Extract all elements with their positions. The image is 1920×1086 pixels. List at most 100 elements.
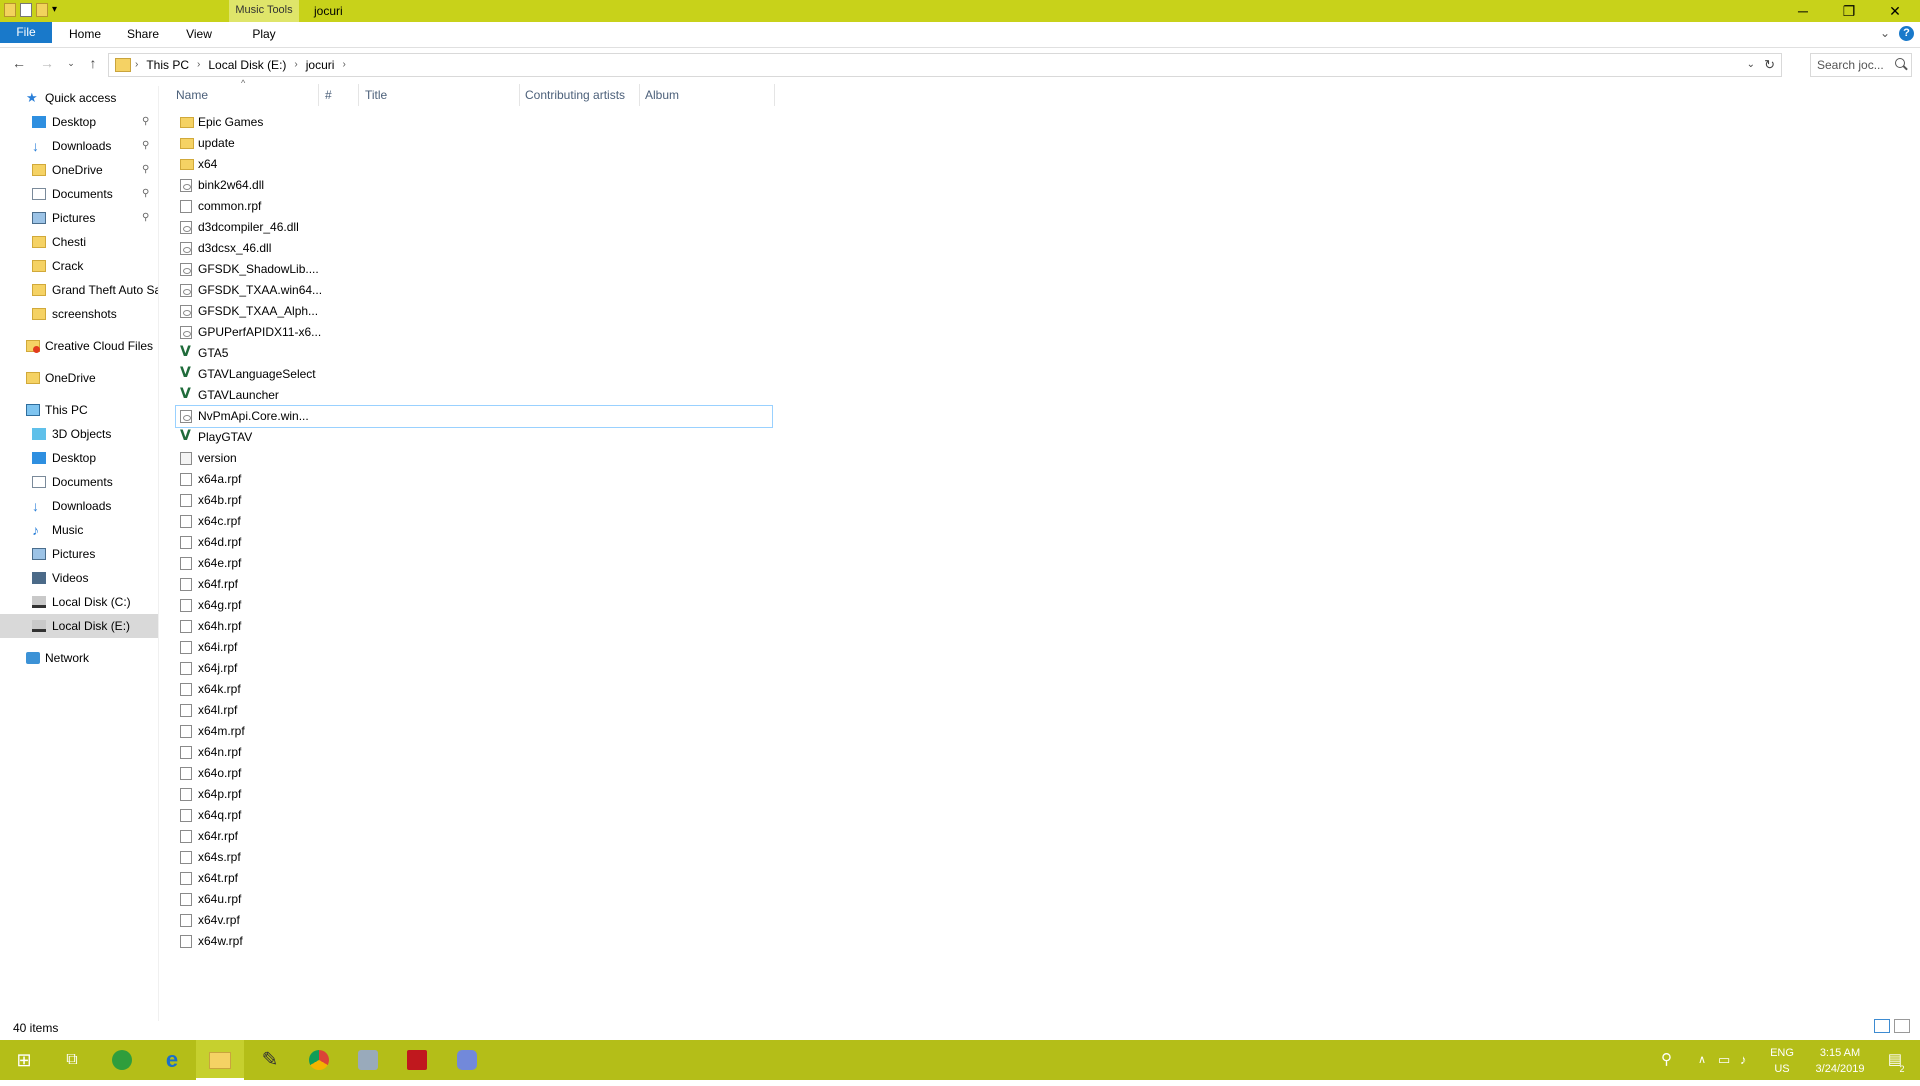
app-icon[interactable]: ✎ [246,1040,294,1080]
chevron-right-icon[interactable]: › [294,54,297,76]
utorrent-icon[interactable] [98,1040,146,1080]
help-icon[interactable]: ? [1899,26,1914,41]
input-language[interactable]: ENG [1766,1046,1798,1060]
clock-date[interactable]: 3/24/2019 [1805,1062,1875,1076]
task-view-icon[interactable]: ⧉ [48,1040,96,1080]
restore-button[interactable]: ❐ [1826,0,1872,22]
sidebar-item-3d-objects[interactable]: 3D Objects [0,422,158,446]
clock-time[interactable]: 3:15 AM [1805,1046,1875,1060]
start-icon[interactable]: ⊞ [0,1040,48,1080]
sidebar-item-downloads[interactable]: ↓ Downloads ⚲ [0,134,158,158]
sidebar-item-documents[interactable]: Documents [0,470,158,494]
up-arrow-icon[interactable]: ↑ [84,54,102,72]
list-item[interactable]: d3dcompiler_46.dll [176,217,772,238]
list-item[interactable]: x64 [176,154,772,175]
tab-play[interactable]: Play [241,22,287,47]
list-item[interactable]: x64b.rpf [176,490,772,511]
details-view-icon[interactable] [1874,1019,1890,1033]
discord-icon[interactable] [443,1040,491,1080]
back-arrow-icon[interactable]: ← [10,54,28,72]
column-divider[interactable] [519,84,520,106]
sidebar-item-music[interactable]: ♪ Music [0,518,158,542]
column-divider[interactable] [639,84,640,106]
chevron-right-icon[interactable]: › [197,54,200,76]
list-item[interactable]: x64d.rpf [176,532,772,553]
list-item[interactable]: bink2w64.dll [176,175,772,196]
breadcrumb-local-disk-e[interactable]: Local Disk (E:) [208,54,286,76]
list-item[interactable]: x64h.rpf [176,616,772,637]
list-item[interactable]: x64v.rpf [176,910,772,931]
tab-share[interactable]: Share [120,22,166,47]
sidebar-item-network[interactable]: Network [0,646,158,670]
app-icon[interactable] [344,1040,392,1080]
sidebar-item-onedrive[interactable]: OneDrive ⚲ [0,158,158,182]
tab-file[interactable]: File [0,22,52,43]
sidebar-item-chesti[interactable]: Chesti [0,230,158,254]
list-item[interactable]: version [176,448,772,469]
list-item[interactable]: GTAVLauncher [176,384,772,406]
list-item[interactable]: x64k.rpf [176,679,772,700]
column-header-number[interactable]: # [325,83,332,107]
list-item[interactable]: x64s.rpf [176,847,772,868]
list-item[interactable]: x64t.rpf [176,868,772,889]
refresh-icon[interactable]: ↻ [1764,54,1775,76]
sidebar-item-documents[interactable]: Documents ⚲ [0,182,158,206]
network-status-icon[interactable]: ▭ [1718,1040,1730,1080]
list-item[interactable]: common.rpf [176,196,772,217]
list-item[interactable]: NvPmApi.Core.win... [175,405,773,428]
sidebar-item-pictures[interactable]: Pictures [0,542,158,566]
volume-icon[interactable]: ♪ [1740,1040,1747,1080]
list-item[interactable]: Epic Games [176,112,772,133]
list-item[interactable]: x64e.rpf [176,553,772,574]
column-header-title[interactable]: Title [365,83,387,107]
sidebar-item-quick-access[interactable]: ★ Quick access [0,86,158,110]
sidebar-item-local-disk-c[interactable]: Local Disk (C:) [0,590,158,614]
forward-arrow-icon[interactable]: → [38,54,56,72]
sidebar-item-grand-theft-auto-san-andreas[interactable]: Grand Theft Auto San Andreas [0,278,158,302]
list-item[interactable]: GFSDK_ShadowLib.... [176,259,772,280]
tab-view[interactable]: View [176,22,222,47]
address-dropdown-icon[interactable]: ⌄ [1747,54,1755,76]
list-item[interactable]: GTAVLanguageSelect [176,363,772,385]
list-item[interactable]: x64q.rpf [176,805,772,826]
people-icon[interactable]: ⚲ [1661,1040,1672,1080]
sidebar-item-desktop[interactable]: Desktop [0,446,158,470]
customize-toolbar-icon[interactable]: ▾ [52,3,66,17]
list-item[interactable]: x64w.rpf [176,931,772,952]
address-bar[interactable]: › This PC › Local Disk (E:) › jocuri › ⌄… [108,53,1782,77]
input-region[interactable]: US [1766,1062,1798,1076]
file-explorer-icon[interactable] [196,1040,244,1080]
edge-icon[interactable]: e [148,1040,196,1080]
sidebar-item-screenshots[interactable]: screenshots [0,302,158,326]
column-divider[interactable] [318,84,319,106]
list-item[interactable]: d3dcsx_46.dll [176,238,772,259]
list-item[interactable]: GPUPerfAPIDX11-x6... [176,322,772,343]
sidebar-item-onedrive[interactable]: OneDrive [0,366,158,390]
list-item[interactable]: x64j.rpf [176,658,772,679]
sidebar-item-desktop[interactable]: Desktop ⚲ [0,110,158,134]
chevron-right-icon[interactable]: › [135,54,138,76]
list-item[interactable]: x64l.rpf [176,700,772,721]
sidebar-item-local-disk-e[interactable]: Local Disk (E:) [0,614,158,638]
sidebar-item-crack[interactable]: Crack [0,254,158,278]
list-item[interactable]: x64n.rpf [176,742,772,763]
close-button[interactable]: ✕ [1872,0,1918,22]
properties-icon[interactable] [20,3,32,17]
column-divider[interactable] [774,84,775,106]
list-item[interactable]: x64o.rpf [176,763,772,784]
list-item[interactable]: x64p.rpf [176,784,772,805]
chrome-icon[interactable] [295,1040,343,1080]
list-item[interactable]: x64u.rpf [176,889,772,910]
list-item[interactable]: x64i.rpf [176,637,772,658]
column-divider[interactable] [358,84,359,106]
sidebar-item-videos[interactable]: Videos [0,566,158,590]
list-item[interactable]: PlayGTAV [176,426,772,448]
sidebar-item-downloads[interactable]: ↓ Downloads [0,494,158,518]
list-item[interactable]: x64r.rpf [176,826,772,847]
column-header-album[interactable]: Album [645,83,679,107]
list-item[interactable]: x64a.rpf [176,469,772,490]
list-item[interactable]: GFSDK_TXAA_Alph... [176,301,772,322]
column-header-contributing-artists[interactable]: Contributing artists [525,83,625,107]
sidebar-item-this-pc[interactable]: This PC [0,398,158,422]
chevron-right-icon[interactable]: › [342,54,345,76]
